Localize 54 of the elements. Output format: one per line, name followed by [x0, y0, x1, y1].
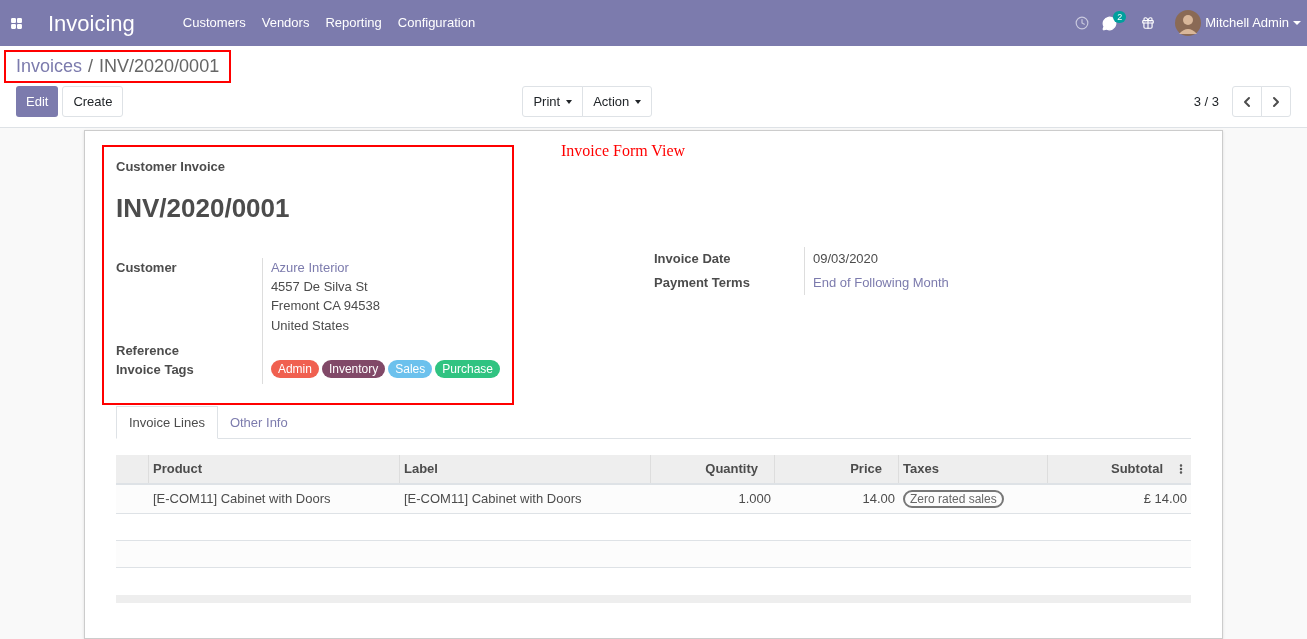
address-line: Fremont CA 94538: [270, 297, 381, 315]
gift-icon[interactable]: [1141, 16, 1156, 30]
user-avatar[interactable]: [1175, 10, 1202, 36]
user-menu[interactable]: Mitchell Admin: [1205, 13, 1301, 33]
tag-badge: Inventory: [321, 360, 386, 378]
table-cell: £ 14.00: [1143, 491, 1187, 507]
tax-badge: Zero rated sales: [903, 490, 1004, 509]
pager-value: 3 / 3: [1193, 92, 1219, 111]
menu-item[interactable]: Reporting: [317, 13, 390, 33]
apps-menu-icon[interactable]: [10, 16, 23, 30]
customer-link[interactable]: Azure Interior: [270, 257, 500, 277]
edit-button[interactable]: Edit: [16, 86, 59, 117]
breadcrumb-link[interactable]: Invoices: [16, 52, 83, 80]
invoice-date-value: 09/03/2020: [813, 250, 880, 268]
table-cell: 1.000: [738, 491, 771, 507]
payment-terms-link[interactable]: End of Following Month: [813, 271, 949, 295]
address-line: 4557 De Silva St: [270, 277, 369, 296]
field-label: Payment Terms: [654, 274, 751, 292]
field-label: Customer: [116, 258, 178, 277]
dropdown-button[interactable]: Print: [522, 86, 584, 117]
field-label: Invoice Date: [654, 250, 732, 268]
app-name: Invoicing: [48, 9, 135, 38]
activity-icon[interactable]: [1075, 16, 1090, 30]
table-cell: 14.00: [862, 491, 895, 507]
menu-item[interactable]: Vendors: [253, 13, 318, 33]
address-line: United States: [270, 316, 350, 335]
menu-item[interactable]: Configuration: [389, 13, 484, 33]
column-header: Label: [404, 460, 438, 479]
message-count-badge: 2: [1113, 10, 1127, 23]
column-header: Taxes: [903, 460, 939, 479]
breadcrumb-separator: /: [88, 54, 94, 78]
tag-badge: Purchase: [435, 360, 500, 378]
chat-icon[interactable]: [1102, 15, 1118, 31]
menu-item[interactable]: Customers: [174, 13, 254, 33]
create-button[interactable]: Create: [62, 86, 124, 117]
table-cell: [E-COM11] Cabinet with Doors: [404, 491, 582, 507]
table-cell: [E-COM11] Cabinet with Doors: [153, 491, 331, 507]
tab[interactable]: Other Info: [217, 406, 300, 439]
column-header: Product: [153, 460, 203, 479]
dropdown-button[interactable]: Action: [582, 86, 653, 117]
breadcrumb-current: INV/2020/0001: [99, 54, 220, 78]
previous-button[interactable]: [1232, 86, 1262, 117]
annotation-label: Invoice Form View: [561, 141, 686, 161]
tab[interactable]: Invoice Lines: [116, 406, 218, 439]
document-type: Customer Invoice: [116, 158, 227, 176]
invoice-number: INV/2020/0001: [116, 191, 291, 225]
column-header: Price: [850, 460, 882, 479]
column-header: Subtotal: [1111, 460, 1163, 479]
tag-badge: Admin: [270, 360, 319, 378]
tag-badge: Sales: [388, 360, 433, 378]
column-header: Quantity: [705, 460, 758, 479]
next-button[interactable]: [1261, 86, 1291, 117]
field-label: Invoice Tags: [116, 360, 195, 379]
field-label: Reference: [116, 341, 180, 360]
